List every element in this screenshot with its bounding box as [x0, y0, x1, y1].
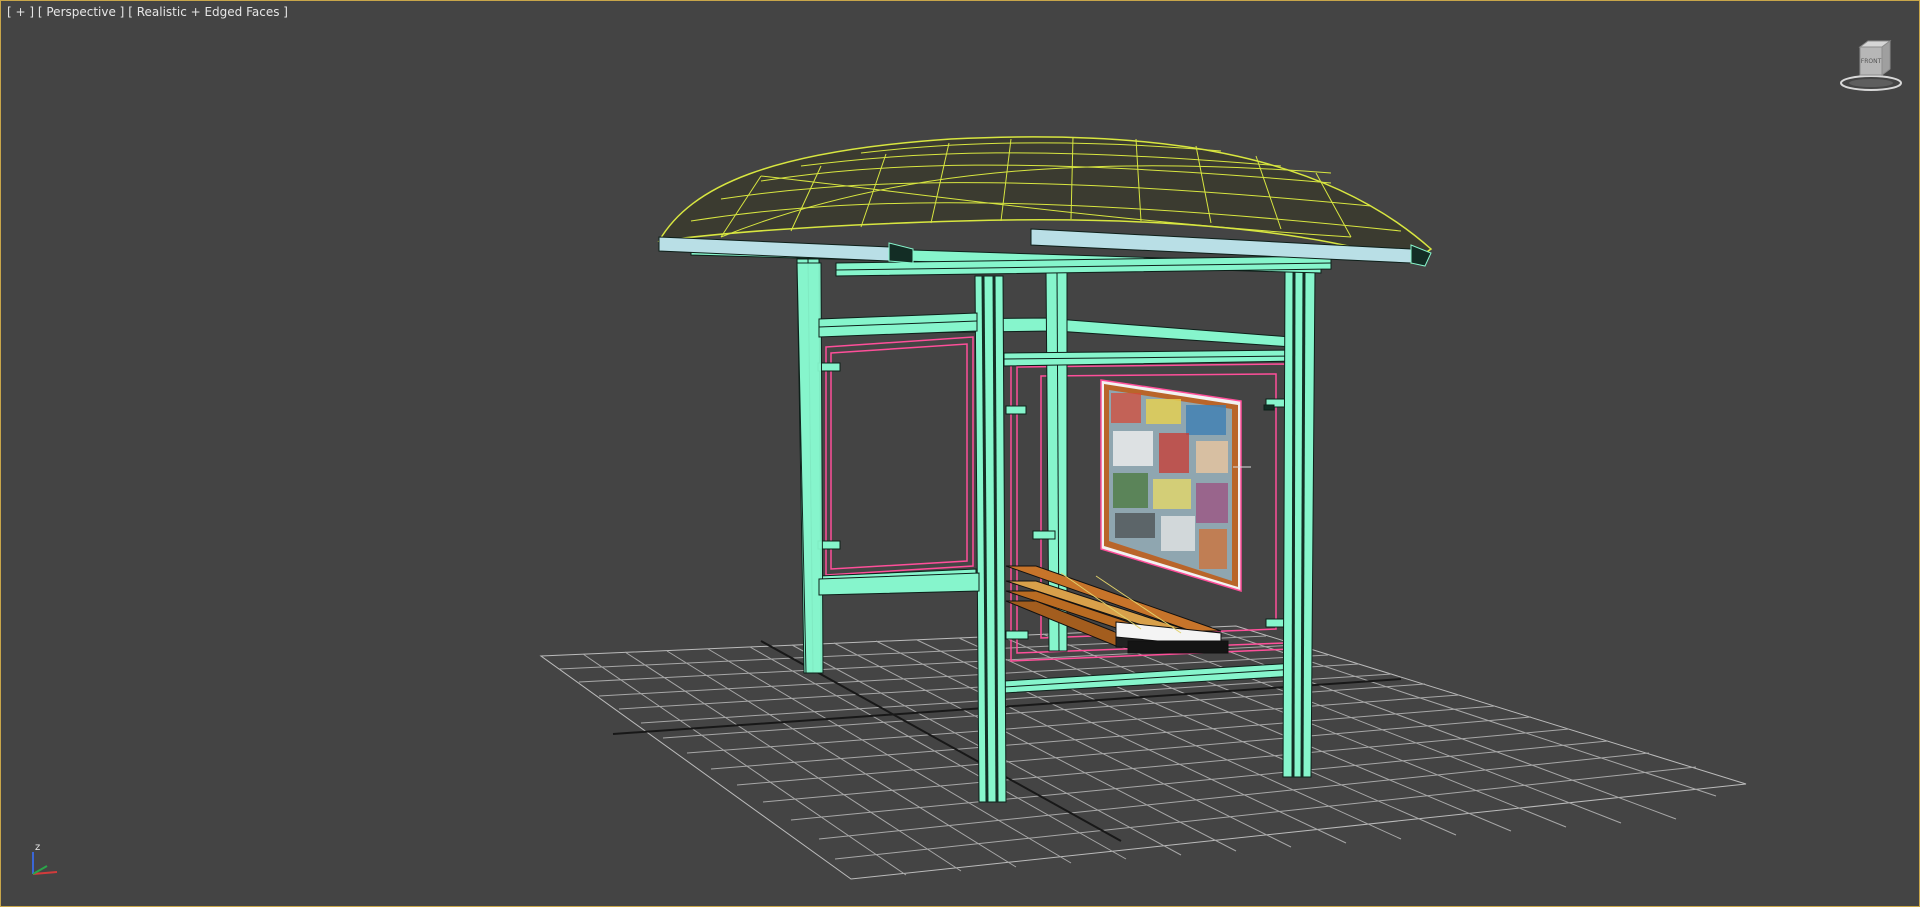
scene-canvas[interactable]	[1, 1, 1920, 907]
axis-z-label: z	[35, 842, 40, 853]
axis-tripod-icon: z	[32, 842, 58, 875]
left-side-frame[interactable]	[796, 262, 980, 674]
viewport-label: [ + ] [ Perspective ] [ Realistic + Edge…	[7, 5, 288, 19]
ground-grid	[539, 625, 1747, 880]
bench[interactable]	[1005, 565, 1229, 654]
viewcube-face-label: FRONT	[1861, 58, 1882, 65]
viewport-shading-menu[interactable]: [ Realistic + Edged Faces ]	[128, 5, 288, 19]
viewcube-icon[interactable]: FRONT	[1839, 39, 1903, 97]
roof[interactable]	[657, 136, 1433, 267]
perspective-viewport[interactable]: [ + ] [ Perspective ] [ Realistic + Edge…	[0, 0, 1920, 907]
viewport-view-menu[interactable]: [ Perspective ]	[38, 5, 125, 19]
viewport-menu-plus[interactable]: [ + ]	[7, 5, 34, 19]
advertising-poster[interactable]	[1100, 379, 1251, 593]
